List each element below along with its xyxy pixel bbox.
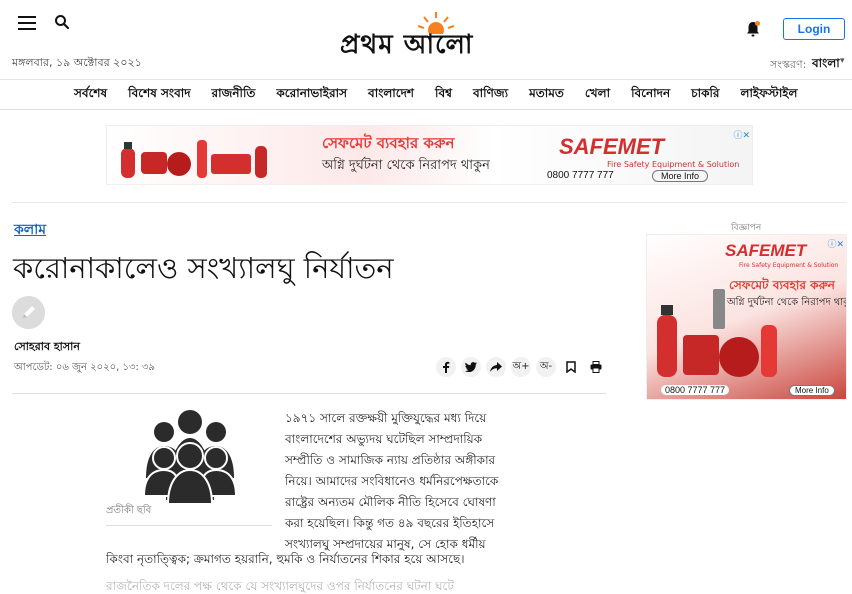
nav-item[interactable]: সর্বশেষ bbox=[74, 85, 107, 105]
article-headline: করোনাকালেও সংখ্যালঘু নির্যাতন bbox=[13, 251, 394, 285]
site-header: প্রথম আলো মঙ্গলবার, ১৯ অক্টোবর ২০২১ Logi… bbox=[0, 0, 852, 80]
banner-ad-more-info[interactable]: More Info bbox=[652, 170, 709, 182]
nav-item[interactable]: মতামত bbox=[529, 85, 564, 105]
edition-selector[interactable]: বাংলা bbox=[812, 55, 840, 75]
notification-bell-icon[interactable] bbox=[744, 20, 764, 40]
nav-item[interactable]: বিনোদন bbox=[631, 85, 670, 105]
nav-item[interactable]: বিশেষ সংবাদ bbox=[128, 85, 190, 105]
login-button[interactable]: Login bbox=[783, 18, 845, 40]
font-decrease-button[interactable]: অ- bbox=[536, 357, 556, 377]
print-icon[interactable] bbox=[586, 357, 606, 377]
nav-list: সর্বশেষ বিশেষ সংবাদ রাজনীতি করোনাভাইরাস বাংল… bbox=[74, 85, 819, 105]
font-increase-button[interactable]: অ+ bbox=[511, 357, 531, 377]
article-body-line: বাংলাদেশের অভ্যুদয় ঘটেছিল সাম্প্রদায়িক bbox=[285, 432, 483, 446]
article-body-faded: রাজনৈতিক দলের পক্ষ থেকে যে সংখ্যালঘুদের … bbox=[106, 579, 454, 593]
article-body-line: ১৯৭১ সালে রক্তক্ষয়ী মুক্তিযুদ্ধের মধ্য … bbox=[285, 411, 487, 425]
nav-item[interactable]: করোনাভাইরাস bbox=[276, 85, 347, 105]
author-name[interactable]: সোহরাব হাসান bbox=[14, 338, 80, 357]
bookmark-icon[interactable] bbox=[561, 357, 581, 377]
nav-item[interactable]: বাণিজ্য bbox=[473, 85, 508, 105]
nav-item[interactable]: বাংলাদেশ bbox=[368, 85, 414, 105]
author-avatar-icon[interactable] bbox=[12, 296, 45, 329]
nav-item[interactable]: বিশ্ব bbox=[435, 85, 452, 105]
logo-text: প্রথম আলো bbox=[340, 30, 474, 60]
chevron-down-icon[interactable]: ▾ bbox=[840, 56, 845, 66]
nav-item[interactable]: লাইফস্টাইল bbox=[741, 85, 798, 105]
fire-extinguisher-image bbox=[121, 140, 267, 178]
article-body-line: করা হয়েছিল। কিন্তু গত ৪৯ বছরের ইতিহাসে bbox=[285, 516, 495, 530]
hamburger-menu-icon[interactable] bbox=[18, 16, 36, 30]
article-body-line: কিংবা নৃতাত্ত্বিক; ক্রমাগত হয়রানি, হুমক… bbox=[106, 552, 465, 566]
article-body-line: নিয়ে। আমাদের সংবিধানেও ধর্মনিরপেক্ষতাকে bbox=[285, 474, 499, 488]
article-category-link[interactable]: কলাম bbox=[14, 218, 46, 242]
edition-label: সংস্করণ: bbox=[770, 58, 807, 71]
nav-item[interactable]: চাকরি bbox=[691, 85, 719, 105]
ad-choices-icon[interactable]: ⓘ✕ bbox=[733, 128, 750, 141]
article-body-paragraph: ১৯৭১ সালে রক্তক্ষয়ী মুক্তিযুদ্ধের মধ্য … bbox=[285, 408, 507, 555]
share-toolbar: অ+ অ- bbox=[436, 357, 611, 377]
banner-ad[interactable]: সেফমেট ব্যবহার করুন অগ্নি দুর্ঘটনা থেকে … bbox=[106, 125, 753, 185]
nav-item[interactable]: খেলা bbox=[585, 85, 610, 105]
article-body-line: সম্প্রীতি ও সামাজিক ন্যায় প্রতিষ্ঠার অঙ… bbox=[285, 453, 496, 467]
ad-label: বিজ্ঞাপন bbox=[731, 223, 762, 233]
fire-extinguisher-image bbox=[657, 289, 777, 377]
sidebar-ad-brand: SAFEMET bbox=[725, 241, 807, 260]
banner-ad-headline: সেফমেট ব্যবহার করুন bbox=[322, 134, 455, 152]
site-logo[interactable]: প্রথম আলো bbox=[340, 12, 520, 60]
article-body-line: রাষ্ট্রের অন্যতম মৌলিক নীতি হিসেবে ঘোষণা bbox=[285, 495, 496, 509]
current-date: মঙ্গলবার, ১৯ অক্টোবর ২০২১ bbox=[12, 56, 142, 69]
banner-ad-subline: অগ্নি দুর্ঘটনা থেকে নিরাপদ থাকুন bbox=[322, 158, 490, 173]
banner-ad-tagline: Fire Safety Equipment & Solution bbox=[607, 160, 740, 169]
banner-ad-brand: SAFEMET bbox=[559, 134, 665, 159]
people-group-icon bbox=[142, 410, 238, 504]
sidebar-ad-tagline: Fire Safety Equipment & Solution bbox=[739, 262, 839, 269]
nav-item[interactable]: রাজনীতি bbox=[212, 85, 256, 105]
search-icon[interactable] bbox=[54, 14, 72, 32]
article-divider bbox=[12, 393, 606, 394]
figure-caption: প্রতীকী ছবি bbox=[106, 505, 152, 516]
update-timestamp: আপডেট: ০৬ জুন ২০২০, ১৩: ৩৯ bbox=[14, 362, 155, 373]
caption-divider bbox=[106, 525, 272, 526]
sidebar-ad-more-info[interactable]: More Info bbox=[789, 385, 835, 396]
share-arrow-icon[interactable] bbox=[486, 357, 506, 377]
ad-choices-icon[interactable]: ⓘ✕ bbox=[827, 237, 844, 250]
divider bbox=[12, 202, 847, 203]
sidebar-ad-phone: 0800 7777 777 bbox=[661, 385, 730, 395]
sidebar-ad[interactable]: SAFEMET Fire Safety Equipment & Solution… bbox=[646, 234, 847, 400]
main-nav: সর্বশেষ বিশেষ সংবাদ রাজনীতি করোনাভাইরাস বাংল… bbox=[0, 80, 852, 110]
facebook-share-icon[interactable] bbox=[436, 357, 456, 377]
banner-ad-phone: 0800 7777 777 bbox=[547, 170, 614, 181]
twitter-share-icon[interactable] bbox=[461, 357, 481, 377]
